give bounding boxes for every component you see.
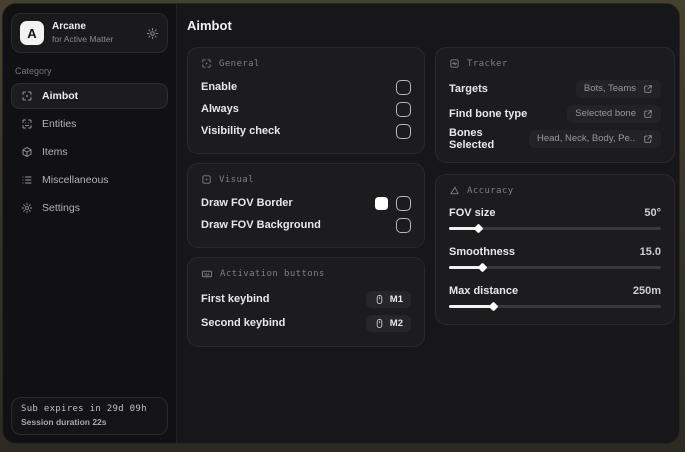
setting-label: First keybind [201, 293, 270, 305]
right-column: Tracker Targets Bots, Teams Find bone ty… [435, 47, 675, 325]
cube-icon [21, 146, 33, 158]
tracker-card-header: Tracker [449, 58, 661, 69]
sidebar-item-settings[interactable]: Settings [11, 195, 168, 221]
max-distance-value: 250m [632, 285, 661, 297]
sidebar-item-miscellaneous[interactable]: Miscellaneous [11, 167, 168, 193]
brand-card: A Arcane for Active Matter [11, 13, 168, 53]
brand-name: Arcane [52, 21, 86, 33]
activation-buttons-card: Activation buttons First keybind M1 Seco… [187, 257, 425, 347]
brand-text: Arcane for Active Matter [52, 21, 138, 44]
page-title: Aimbot [187, 18, 232, 33]
setting-label: Draw FOV Background [201, 219, 321, 231]
setting-row-enable: Enable [201, 76, 411, 98]
sub-expires-text: Sub expires in 29d 09h [21, 404, 147, 414]
visual-card: Visual Draw FOV Border Draw FOV Backgrou… [187, 163, 425, 248]
setting-row-draw-fov-border: Draw FOV Border [201, 192, 411, 214]
setting-label: Always [201, 103, 239, 115]
subscription-info-card: Sub expires in 29d 09h Session duration … [11, 397, 168, 435]
app-window: A Arcane for Active Matter Category Aimb… [2, 3, 680, 444]
sidebar: A Arcane for Active Matter Category Aimb… [3, 4, 177, 443]
setting-label: FOV size [449, 207, 496, 219]
sidebar-item-entities[interactable]: Entities [11, 111, 168, 137]
sidebar-item-label: Settings [42, 202, 80, 214]
accuracy-card-header: Accuracy [449, 185, 661, 196]
expand-icon [643, 84, 653, 94]
sidebar-item-label: Items [42, 146, 68, 158]
pulse-icon [449, 58, 460, 69]
crosshair-icon [201, 58, 212, 69]
sidebar-item-aimbot[interactable]: Aimbot [11, 83, 168, 109]
crosshair-icon [21, 90, 33, 102]
setting-label: Visibility check [201, 125, 281, 137]
setting-row-always: Always [201, 98, 411, 120]
smoothness-value: 15.0 [639, 246, 661, 258]
accuracy-card: Accuracy FOV size 50° Smoothness 15.0 Ma… [435, 174, 675, 325]
slider-thumb[interactable] [488, 301, 498, 312]
list-icon [21, 174, 33, 186]
sidebar-item-label: Miscellaneous [42, 174, 109, 186]
left-column: General Enable Always Visibility check V… [187, 47, 425, 347]
setting-label: Find bone type [449, 107, 528, 120]
visibility-check-checkbox[interactable] [396, 123, 411, 139]
brand-subtitle: for Active Matter [52, 33, 114, 44]
draw-fov-background-checkbox[interactable] [396, 217, 411, 233]
second-keybind-button[interactable]: M2 [365, 314, 411, 332]
setting-row-draw-fov-background: Draw FOV Background [201, 214, 411, 236]
setting-label: Bones Selected [449, 126, 495, 151]
always-checkbox[interactable] [396, 101, 411, 117]
slider-thumb[interactable] [477, 262, 488, 273]
session-duration-text: Session duration 22s [21, 417, 107, 427]
slider-thumb[interactable] [473, 223, 484, 234]
keyboard-icon [201, 268, 213, 280]
brand-avatar: A [20, 21, 44, 45]
first-keybind-button[interactable]: M1 [365, 290, 411, 308]
category-nav: Aimbot Entities Items Miscellaneous Sett… [11, 83, 168, 221]
fov-border-color-swatch[interactable] [375, 196, 388, 210]
setting-label: Targets [449, 82, 488, 95]
slider-group-smoothness: Smoothness 15.0 [449, 242, 661, 273]
setting-row-find-bone-type: Find bone type Selected bone [449, 101, 661, 126]
expand-icon [643, 109, 653, 119]
draw-fov-border-checkbox[interactable] [396, 195, 411, 211]
tracker-card: Tracker Targets Bots, Teams Find bone ty… [435, 47, 675, 163]
setting-row-second-keybind: Second keybind M2 [201, 311, 411, 335]
main-content: Aimbot General Enable Always Visibility … [177, 4, 679, 443]
setting-label: Draw FOV Border [201, 197, 293, 209]
activation-card-header: Activation buttons [201, 268, 411, 280]
fov-size-slider[interactable] [449, 223, 661, 234]
setting-row-first-keybind: First keybind M1 [201, 287, 411, 311]
general-card: General Enable Always Visibility check [187, 47, 425, 154]
sidebar-item-items[interactable]: Items [11, 139, 168, 165]
category-label: Category [15, 66, 52, 76]
setting-row-targets: Targets Bots, Teams [449, 76, 661, 101]
gear-icon[interactable] [146, 27, 159, 40]
expand-icon [643, 134, 653, 144]
setting-label: Second keybind [201, 317, 286, 329]
frame-dot-icon [201, 174, 212, 185]
slider-group-fov-size: FOV size 50° [449, 203, 661, 234]
setting-label: Smoothness [449, 246, 516, 258]
smoothness-slider[interactable] [449, 262, 661, 273]
fov-size-value: 50° [644, 207, 661, 219]
bones-selected-dropdown[interactable]: Head, Neck, Body, Pe... [529, 129, 661, 148]
mouse-icon [374, 318, 385, 329]
setting-row-visibility-check: Visibility check [201, 120, 411, 142]
visual-card-header: Visual [201, 174, 411, 185]
max-distance-slider[interactable] [449, 301, 661, 312]
sidebar-item-label: Aimbot [42, 90, 79, 102]
setting-label: Enable [201, 81, 238, 93]
setting-label: Max distance [449, 285, 519, 297]
enable-checkbox[interactable] [396, 79, 411, 95]
scan-face-icon [21, 118, 33, 130]
sidebar-item-label: Entities [42, 118, 77, 130]
setting-row-bones-selected: Bones Selected Head, Neck, Body, Pe... [449, 126, 661, 151]
general-card-header: General [201, 58, 411, 69]
find-bone-type-dropdown[interactable]: Selected bone [567, 104, 661, 123]
slider-group-max-distance: Max distance 250m [449, 281, 661, 312]
mouse-icon [374, 294, 385, 305]
targets-dropdown[interactable]: Bots, Teams [575, 79, 661, 98]
gear-icon [21, 202, 33, 214]
angle-icon [449, 185, 460, 196]
